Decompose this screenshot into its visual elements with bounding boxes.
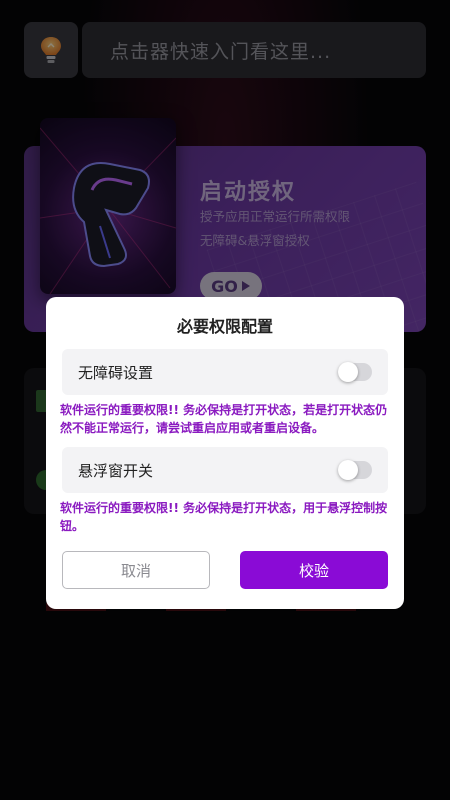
toggle-knob xyxy=(338,362,358,382)
floating-window-row[interactable]: 悬浮窗开关 xyxy=(62,447,388,493)
permission-dialog: 必要权限配置 无障碍设置 软件运行的重要权限!! 务必保持是打开状态，若是打开状… xyxy=(46,297,404,609)
floating-window-label: 悬浮窗开关 xyxy=(78,462,154,480)
cancel-button[interactable]: 取消 xyxy=(62,551,210,589)
floating-window-toggle[interactable] xyxy=(338,460,372,480)
verify-button[interactable]: 校验 xyxy=(240,551,388,589)
accessibility-setting-row[interactable]: 无障碍设置 xyxy=(62,349,388,395)
toggle-knob xyxy=(338,460,358,480)
accessibility-label: 无障碍设置 xyxy=(78,364,154,382)
accessibility-toggle[interactable] xyxy=(338,362,372,382)
dialog-title: 必要权限配置 xyxy=(176,317,273,336)
floating-window-note: 软件运行的重要权限!! 务必保持是打开状态，用于悬浮控制按钮。 xyxy=(60,501,388,533)
app-screen: 点击器快速入门看这里... 启动授权 授予应用正常运行所需权限 无障碍&悬浮窗授… xyxy=(0,0,450,800)
accessibility-note: 软件运行的重要权限!! 务必保持是打开状态，若是打开状态仍然不能正常运行，请尝试… xyxy=(60,403,388,435)
